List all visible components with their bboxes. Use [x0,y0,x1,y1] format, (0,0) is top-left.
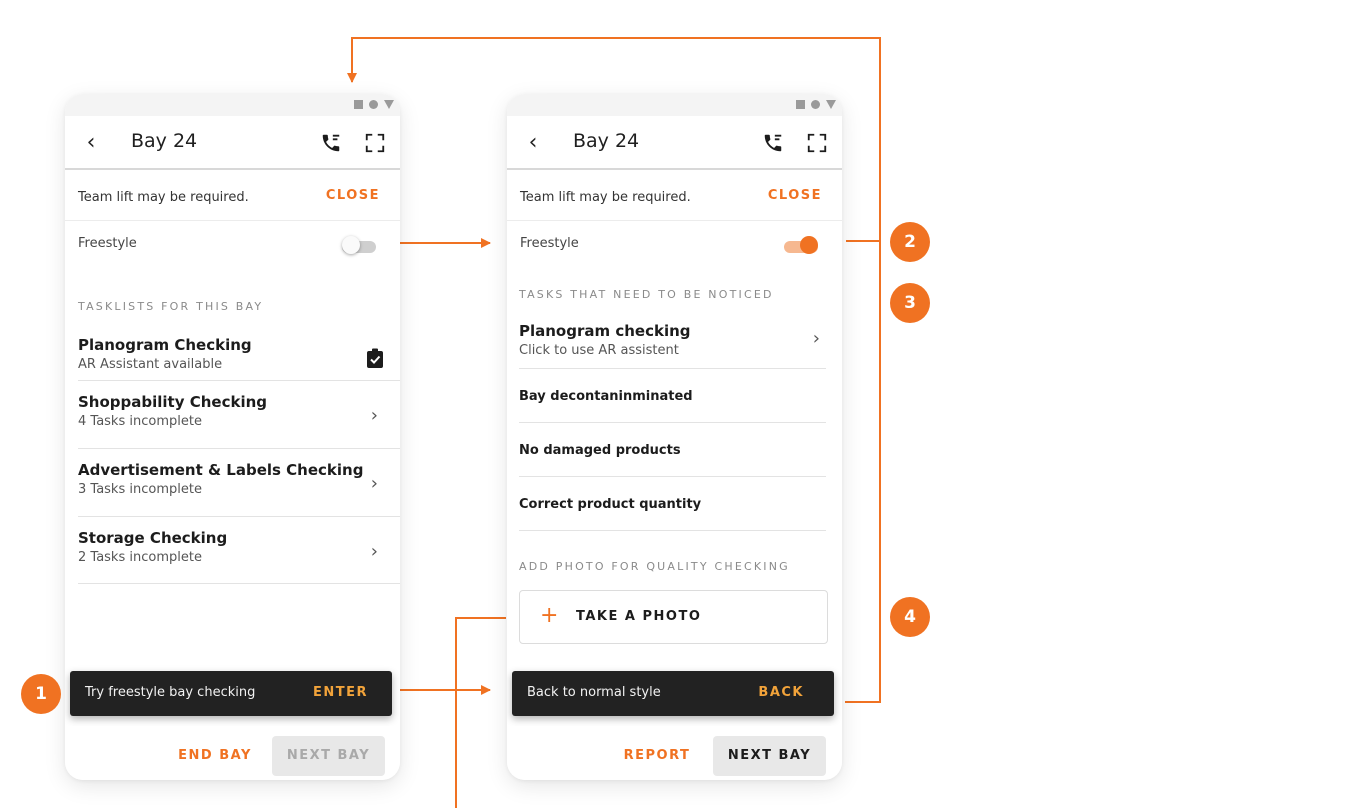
notice-text: Team lift may be required. [520,190,691,205]
home-icon [811,100,820,109]
annotation-badge-2: 2 [890,222,930,262]
back-arrow-icon[interactable]: ‹ [521,128,545,156]
notice-close-button[interactable]: CLOSE [768,188,822,203]
end-bay-button[interactable]: END BAY [173,736,257,776]
page-title: Bay 24 [573,130,640,152]
page-title: Bay 24 [131,130,198,152]
annotation-badge-4: 4 [890,597,930,637]
tasks-section-title: TASKS THAT NEED TO BE NOTICED [519,288,774,301]
take-photo-button[interactable]: + TAKE A PHOTO [519,590,828,644]
back-normal-snackbar: Back to normal style BACK [512,671,834,716]
phone-screen-freestyle: ‹ Bay 24 Team lift may be required. CLOS… [507,94,842,780]
stop-icon [796,100,805,109]
phone-call-icon[interactable] [320,132,342,154]
app-bar: ‹ Bay 24 [65,116,400,170]
phone-screen-normal: ‹ Bay 24 Team lift may be required. CLOS… [65,94,400,780]
task-row[interactable]: No damaged products [519,423,826,477]
next-bay-button[interactable]: NEXT BAY [713,736,826,776]
freestyle-label: Freestyle [520,236,579,251]
task-row[interactable]: Correct product quantity [519,477,826,531]
app-bar: ‹ Bay 24 [507,116,842,170]
bottom-actions: REPORT NEXT BAY [507,726,842,780]
tasklist-advertisement[interactable]: Advertisement & Labels Checking 3 Tasks … [78,449,400,517]
tasklists-section-title: TASKLISTS FOR THIS BAY [78,300,264,313]
bottom-actions: END BAY NEXT BAY [65,726,400,780]
tasklist-shoppability[interactable]: Shoppability Checking 4 Tasks incomplete… [78,381,400,449]
annotation-badge-3: 3 [890,283,930,323]
home-icon [369,100,378,109]
planogram-checking-item[interactable]: Planogram checking Click to use AR assis… [519,310,826,369]
notice-text: Team lift may be required. [78,190,249,205]
notice-close-button[interactable]: CLOSE [326,188,380,203]
fullscreen-icon[interactable] [364,132,386,154]
status-bar [65,94,400,116]
annotation-badge-1: 1 [21,674,61,714]
freestyle-label: Freestyle [78,236,137,251]
next-bay-button-disabled[interactable]: NEXT BAY [272,736,385,776]
team-lift-notice: Team lift may be required. CLOSE [507,180,842,221]
tasklist-storage[interactable]: Storage Checking 2 Tasks incomplete › [78,517,400,584]
clipboard-check-icon [367,348,383,368]
plus-icon: + [540,603,559,628]
stop-icon [354,100,363,109]
back-triangle-icon [384,100,394,109]
chevron-right-icon: › [812,328,820,349]
team-lift-notice: Team lift may be required. CLOSE [65,180,400,221]
snackbar-back-button[interactable]: BACK [758,685,804,700]
task-row[interactable]: Bay decontaninminated [519,369,826,423]
freestyle-toggle[interactable] [784,236,818,254]
freestyle-toggle[interactable] [342,236,376,254]
status-bar [507,94,842,116]
back-arrow-icon[interactable]: ‹ [79,128,103,156]
phone-call-icon[interactable] [762,132,784,154]
chevron-right-icon: › [370,405,378,426]
report-button[interactable]: REPORT [615,736,699,776]
connector-photo-down [455,617,506,808]
tasklist-planogram[interactable]: Planogram Checking AR Assistant availabl… [78,324,400,381]
freestyle-snackbar: Try freestyle bay checking ENTER [70,671,392,716]
back-triangle-icon [826,100,836,109]
chevron-right-icon: › [370,473,378,494]
snackbar-enter-button[interactable]: ENTER [313,685,368,700]
fullscreen-icon[interactable] [806,132,828,154]
photo-section-title: ADD PHOTO FOR QUALITY CHECKING [519,560,790,573]
chevron-right-icon: › [370,541,378,562]
